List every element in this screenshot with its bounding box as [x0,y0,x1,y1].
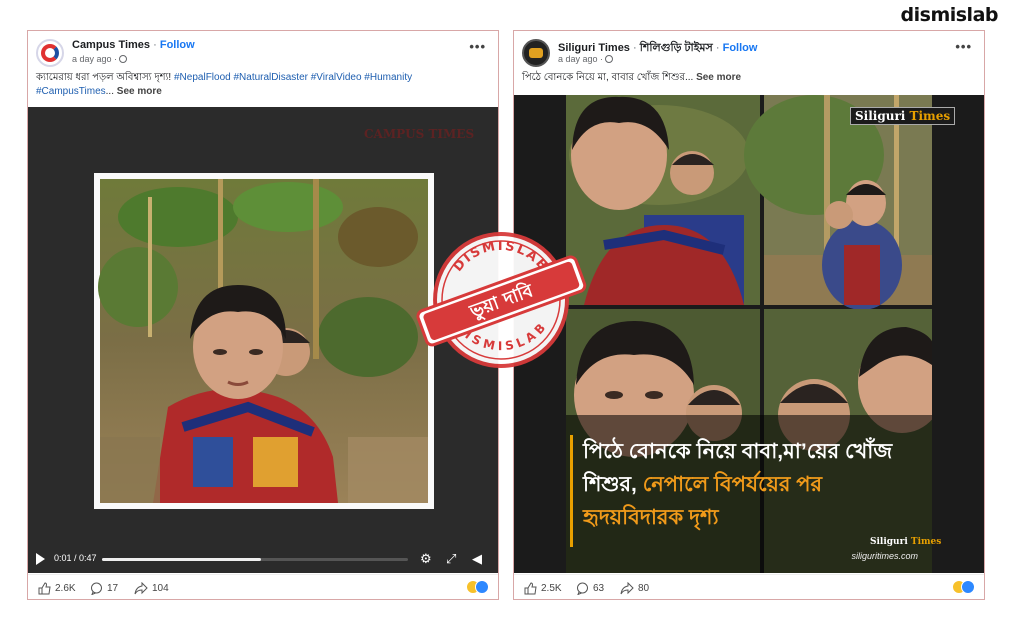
siliguri-times-tag: Siliguri Times [850,107,956,125]
overlay-line-2: শিশুর, নেপালে বিপর্যয়ের পর [583,468,930,501]
fullscreen-icon[interactable]: ⤢ [446,550,456,568]
site-url: siliguritimes.com [851,551,918,561]
volume-icon[interactable]: ◀ [472,550,482,568]
post-header: Siliguri Times · শিলিগুড়ি টাইমস · Follo… [514,31,984,101]
see-more-link[interactable]: See more [696,72,741,83]
image-caption-overlay: পিঠে বোনকে নিয়ে বাবা,মা’য়ের খোঁজ শিশুর… [570,435,930,547]
comment-icon [91,582,102,595]
like-icon [38,582,51,595]
like-react-icon [475,580,489,594]
like-count: 2.6K [55,583,76,594]
share-icon [134,582,148,595]
dismislab-logo: dismislab [900,4,999,26]
comment-action[interactable]: 63 [576,582,604,595]
reaction-icons[interactable] [466,580,490,594]
like-action[interactable]: 2.6K [38,582,76,595]
like-count: 2.5K [541,583,562,594]
bottom-logo-word-1: Siliguri [870,537,908,547]
overlay-line-2-orange: নেপালে বিপর্যয়ের পর [642,473,823,496]
see-more-link[interactable]: See more [117,86,162,97]
like-icon [524,582,537,595]
overlay-line-1: পিঠে বোনকে নিয়ে বাবা,মা’য়ের খোঁজ [583,440,893,463]
caption-ellipsis: ... [684,72,694,83]
reaction-icons[interactable] [952,580,976,594]
share-count: 104 [152,583,169,594]
video-progress-fill [102,558,262,561]
tag-word-2: Times [909,109,951,123]
post-actions: 2.6K 17 104 [28,574,498,600]
post-caption: পিঠে বোনকে নিয়ে মা, বাবার খোঁজ শিশুর...… [522,71,974,85]
globe-icon [119,55,128,63]
post-timestamp: a day ago · [558,54,614,64]
comment-count: 63 [593,583,605,594]
separator: · [712,42,723,54]
timestamp-text[interactable]: a day ago · [72,54,117,64]
comment-count: 17 [107,583,119,594]
tag-word-1: Siliguri [855,109,906,123]
page-avatar[interactable] [522,39,550,67]
share-count: 80 [638,583,650,594]
page-name[interactable]: Siliguri Times [558,42,630,54]
follow-button[interactable]: Follow [723,42,758,54]
separator: · [150,39,160,51]
overlay-line-2-white: শিশুর, [583,473,643,496]
bottom-logo-word-2: Times [910,537,942,547]
play-icon[interactable] [36,553,45,565]
page-avatar[interactable] [36,39,64,67]
page-name[interactable]: Campus Times [72,39,150,51]
caption-text: ক্যামেরায় ধরা পড়ল অবিশ্বাস্য দৃশ্য! [36,72,172,83]
page-name-line: Campus Times · Follow [72,39,195,51]
fake-claim-stamp: DISMISLAB DISMISLAB ভুয়া দাবি [416,232,587,368]
post-timestamp: a day ago · [72,54,128,64]
share-icon [620,582,634,595]
bottom-logo: Siliguri Times [870,537,941,547]
video-controls: 0:01 / 0:47 ⚙ ⤢ ◀ [28,545,498,573]
video-progress-bar[interactable] [102,558,408,561]
video-time: 0:01 / 0:47 [54,553,97,563]
post-actions: 2.5K 63 80 [514,574,984,600]
comment-icon [577,582,588,595]
share-action[interactable]: 80 [620,582,649,595]
follow-button[interactable]: Follow [160,39,195,51]
page-name-bengali[interactable]: শিলিগুড়ি টাইমস [640,42,713,54]
post-caption: ক্যামেরায় ধরা পড়ল অবিশ্বাস্য দৃশ্য! #N… [36,71,488,99]
overlay-line-3: হৃদয়বিদারক দৃশ্য [583,506,719,529]
caption-text: পিঠে বোনকে নিয়ে মা, বাবার খোঁজ শিশুর [522,72,685,83]
separator: · [629,42,640,54]
globe-icon [605,55,614,63]
comment-action[interactable]: 17 [90,582,118,595]
share-action[interactable]: 104 [134,582,169,595]
settings-icon[interactable]: ⚙ [420,550,432,568]
timestamp-text[interactable]: a day ago · [558,54,603,64]
caption-ellipsis: ... [105,86,114,97]
like-action[interactable]: 2.5K [524,582,562,595]
like-react-icon [961,580,975,594]
more-options-button[interactable]: ••• [955,39,972,54]
more-options-button[interactable]: ••• [469,39,486,54]
post-header: Campus Times · Follow a day ago · ••• ক্… [28,31,498,101]
